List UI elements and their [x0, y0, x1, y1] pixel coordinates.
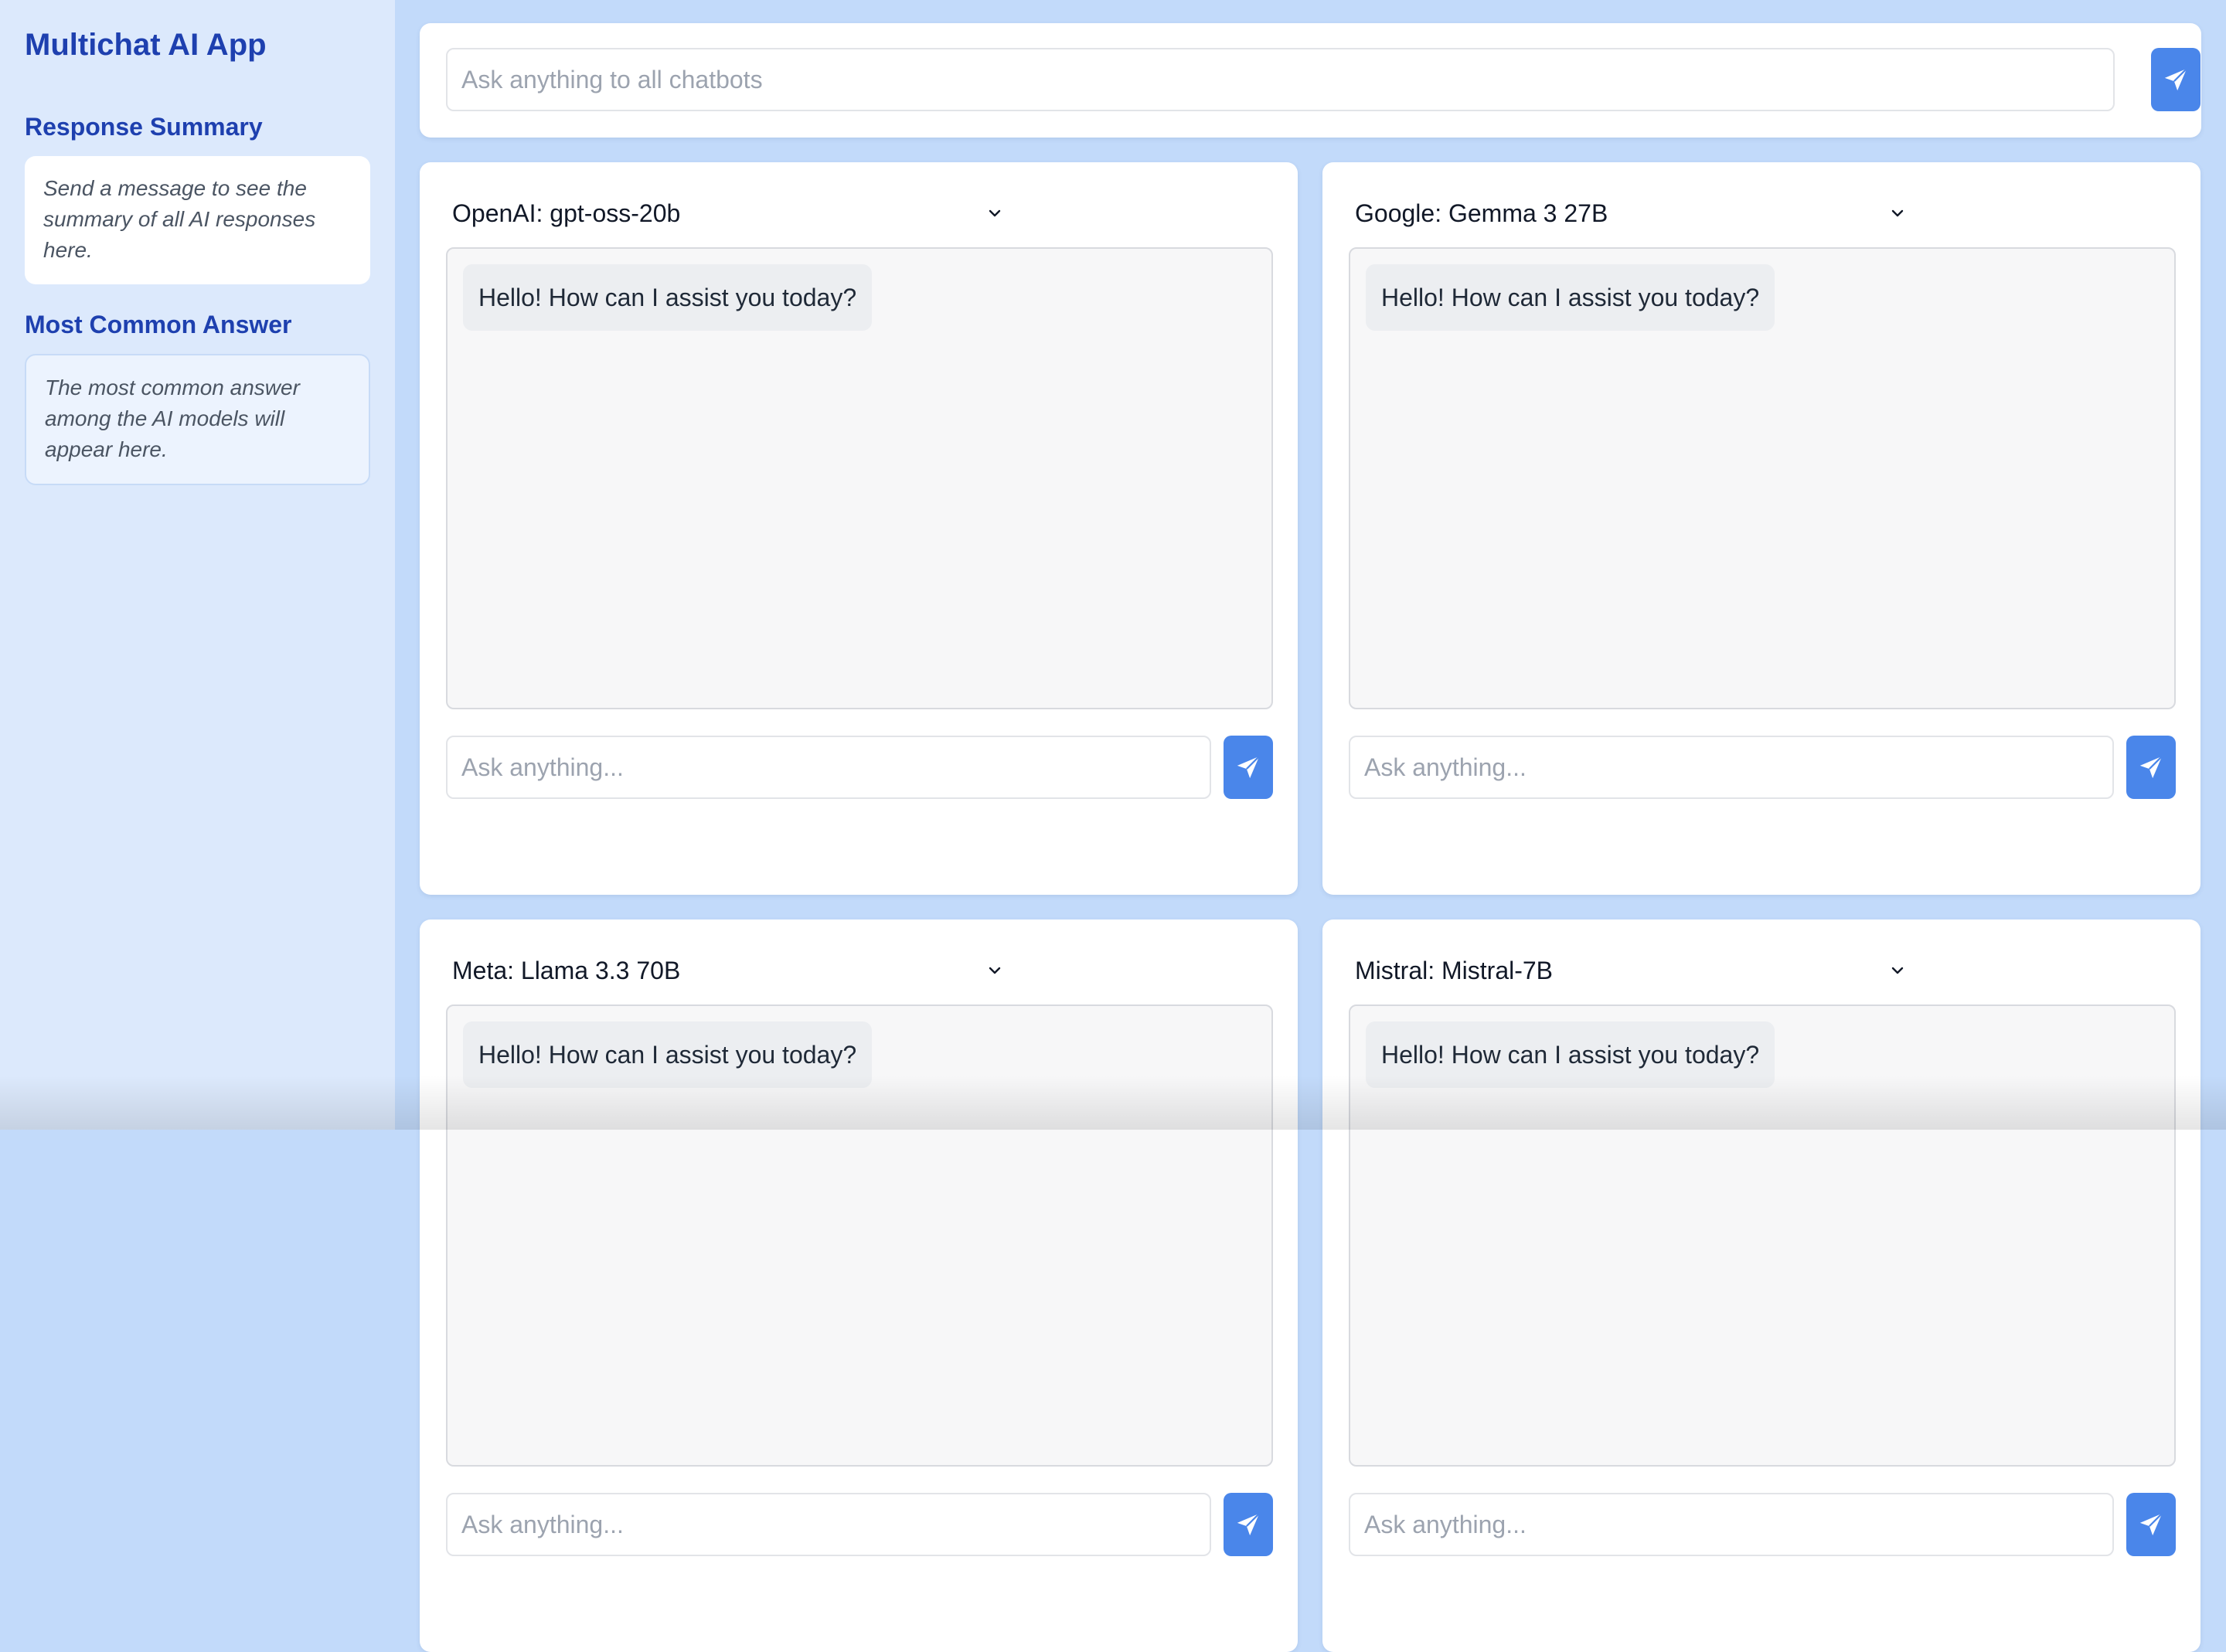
- model-select[interactable]: Mistral: Mistral-7B: [1349, 943, 1913, 998]
- response-summary-title: Response Summary: [25, 113, 263, 141]
- app-title: Multichat AI App: [25, 28, 267, 62]
- broadcast-input[interactable]: [446, 48, 2115, 111]
- broadcast-bar: [420, 23, 2201, 138]
- most-common-answer-card: The most common answer among the AI mode…: [25, 354, 370, 485]
- sidebar: Multichat AI App Response Summary Send a…: [0, 0, 395, 1130]
- chat-send-button[interactable]: [1224, 736, 1273, 799]
- chevron-down-icon: [1891, 209, 1904, 217]
- model-name: Meta: Llama 3.3 70B: [452, 956, 681, 984]
- model-select[interactable]: Meta: Llama 3.3 70B: [446, 943, 1010, 998]
- chat-panel-mistral: Mistral: Mistral-7B Hello! How can I ass…: [1322, 919, 2200, 1652]
- assistant-message: Hello! How can I assist you today?: [1366, 1021, 1775, 1088]
- chat-input[interactable]: [446, 1493, 1211, 1556]
- send-icon: [2139, 1513, 2163, 1536]
- chevron-down-icon: [989, 209, 1001, 217]
- chevron-down-icon: [989, 967, 1001, 974]
- chat-panel-openai: OpenAI: gpt-oss-20b Hello! How can I ass…: [420, 162, 1298, 895]
- response-summary-card: Send a message to see the summary of all…: [25, 156, 370, 284]
- model-name: OpenAI: gpt-oss-20b: [452, 199, 681, 227]
- chat-panel-meta: Meta: Llama 3.3 70B Hello! How can I ass…: [420, 919, 1298, 1652]
- main-area: OpenAI: gpt-oss-20b Hello! How can I ass…: [395, 0, 2226, 1652]
- chat-input[interactable]: [446, 736, 1211, 799]
- send-icon: [2139, 756, 2163, 779]
- send-icon: [1237, 1513, 1260, 1536]
- assistant-message: Hello! How can I assist you today?: [1366, 264, 1775, 331]
- send-icon: [2164, 68, 2187, 91]
- chat-send-button[interactable]: [2126, 736, 2176, 799]
- chat-history: Hello! How can I assist you today?: [446, 247, 1273, 709]
- chat-input[interactable]: [1349, 736, 2114, 799]
- most-common-answer-title: Most Common Answer: [25, 311, 292, 338]
- chevron-down-icon: [1891, 967, 1904, 974]
- chat-send-button[interactable]: [1224, 1493, 1273, 1556]
- chat-history: Hello! How can I assist you today?: [446, 1004, 1273, 1467]
- chat-history: Hello! How can I assist you today?: [1349, 247, 2176, 709]
- chat-input[interactable]: [1349, 1493, 2114, 1556]
- model-name: Google: Gemma 3 27B: [1355, 199, 1608, 227]
- chat-panel-google: Google: Gemma 3 27B Hello! How can I ass…: [1322, 162, 2200, 895]
- send-icon: [1237, 756, 1260, 779]
- assistant-message: Hello! How can I assist you today?: [463, 1021, 873, 1088]
- chat-send-button[interactable]: [2126, 1493, 2176, 1556]
- model-select[interactable]: OpenAI: gpt-oss-20b: [446, 185, 1010, 241]
- broadcast-send-button[interactable]: [2151, 48, 2200, 111]
- assistant-message: Hello! How can I assist you today?: [463, 264, 873, 331]
- model-name: Mistral: Mistral-7B: [1355, 956, 1554, 984]
- model-select[interactable]: Google: Gemma 3 27B: [1349, 185, 1913, 241]
- chat-history: Hello! How can I assist you today?: [1349, 1004, 2176, 1467]
